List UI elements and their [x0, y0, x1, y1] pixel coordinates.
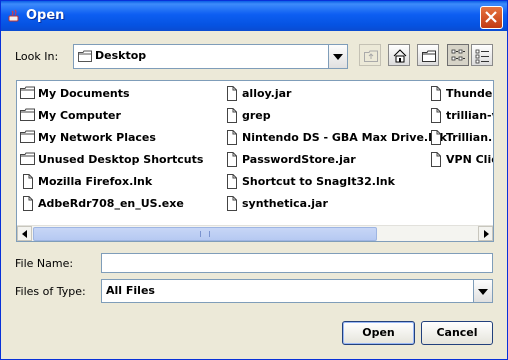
scroll-right-button[interactable]: [478, 226, 493, 241]
file-type-dropdown-button[interactable]: [473, 280, 492, 302]
chevron-down-icon: [333, 54, 343, 60]
file-icon: [227, 196, 237, 211]
file-icon: [23, 174, 33, 189]
home-button[interactable]: [388, 44, 410, 66]
open-dialog: Open Look In: Desktop My Documents My Co…: [0, 0, 508, 360]
list-view-button[interactable]: [447, 44, 469, 66]
look-in-combo[interactable]: Desktop: [73, 44, 348, 69]
file-icon: [227, 86, 237, 101]
java-app-icon: [8, 9, 19, 22]
close-button[interactable]: [480, 6, 503, 29]
chevron-down-icon: [478, 289, 488, 295]
list-view-icon: [451, 49, 465, 61]
file-icon: [431, 152, 441, 167]
new-folder-button[interactable]: [417, 44, 439, 66]
folder-icon: [20, 86, 35, 99]
horizontal-scrollbar[interactable]: [17, 225, 493, 241]
file-type-label: Files of Type:: [15, 285, 86, 298]
look-in-value: Desktop: [95, 49, 147, 62]
details-view-icon: [475, 49, 489, 64]
cancel-button[interactable]: Cancel: [421, 321, 493, 345]
file-icon: [227, 108, 237, 123]
file-type-value: All Files: [106, 284, 155, 297]
up-one-level-button[interactable]: [359, 44, 381, 66]
look-in-label: Look In:: [15, 50, 59, 63]
file-icon: [227, 130, 237, 145]
file-type-combo[interactable]: All Files: [101, 279, 493, 303]
scroll-left-button[interactable]: [17, 226, 32, 241]
up-one-level-icon: [364, 50, 378, 62]
file-name-label: File Name:: [15, 257, 74, 270]
folder-icon: [20, 130, 35, 143]
home-icon: [393, 49, 407, 63]
file-icon: [23, 196, 33, 211]
folder-icon: [20, 152, 35, 165]
folder-icon: [20, 108, 35, 121]
file-icon: [431, 108, 441, 123]
file-icon: [431, 86, 441, 101]
grip-icon: [200, 231, 210, 237]
folder-icon: [78, 50, 92, 62]
new-folder-icon: [422, 50, 436, 62]
close-icon: [485, 11, 497, 23]
chevron-right-icon: [484, 230, 489, 238]
look-in-dropdown-button[interactable]: [328, 45, 347, 68]
chevron-left-icon: [22, 230, 27, 238]
window-title: Open: [26, 8, 65, 23]
open-button[interactable]: Open: [342, 321, 415, 345]
file-icon: [227, 152, 237, 167]
file-icon: [227, 174, 237, 189]
scroll-thumb[interactable]: [33, 227, 377, 241]
file-icon: [431, 130, 441, 145]
file-name-field[interactable]: [101, 253, 493, 273]
details-view-button[interactable]: [471, 44, 493, 66]
title-bar[interactable]: Open: [1, 1, 507, 31]
file-list[interactable]: My Documents My Computer My Network Plac…: [16, 80, 494, 242]
